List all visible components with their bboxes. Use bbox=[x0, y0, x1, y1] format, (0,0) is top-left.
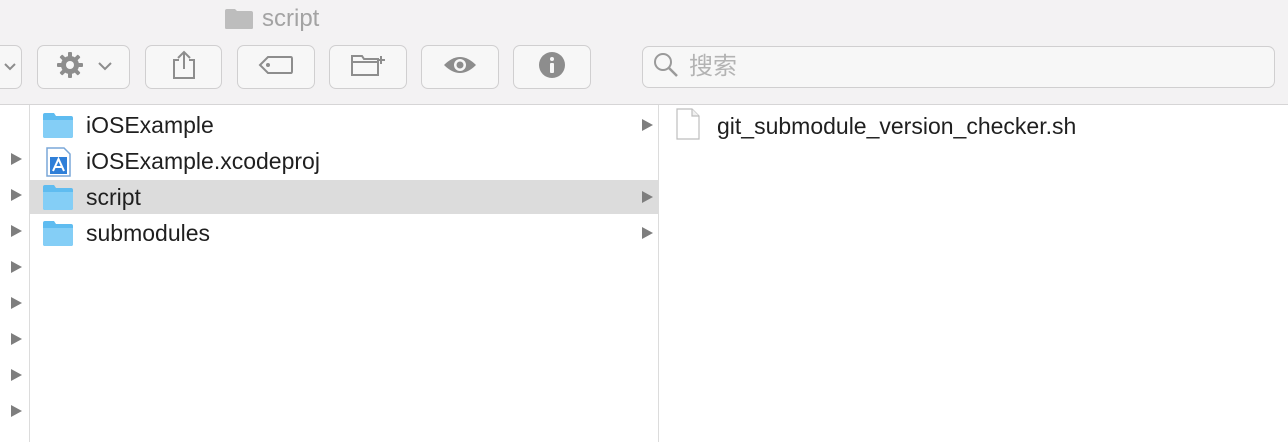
chevron-down-icon bbox=[4, 58, 16, 76]
info-icon bbox=[538, 51, 566, 84]
item-label: git_submodule_version_checker.sh bbox=[717, 112, 1077, 139]
window-title-text: script bbox=[262, 5, 320, 32]
eye-icon bbox=[442, 54, 478, 81]
disclosure-arrow-icon[interactable] bbox=[11, 405, 22, 417]
get-info-button[interactable] bbox=[513, 45, 591, 89]
item-label: submodules bbox=[86, 219, 211, 246]
parent-column bbox=[0, 105, 30, 442]
finder-window: script 搜索 iOSExample iOSExample.xcodepro… bbox=[0, 0, 1288, 442]
search-field[interactable] bbox=[642, 46, 1275, 88]
xcodeproj-icon bbox=[42, 147, 74, 177]
folder-icon bbox=[42, 183, 74, 211]
disclosure-arrow-icon bbox=[642, 119, 653, 131]
view-menu-button[interactable] bbox=[0, 45, 22, 89]
new-folder-icon bbox=[350, 52, 386, 83]
project-column: iOSExample iOSExample.xcodeproj script s… bbox=[30, 105, 659, 442]
share-icon bbox=[172, 50, 196, 85]
gear-icon bbox=[56, 51, 84, 84]
item-label: script bbox=[86, 183, 141, 210]
tag-icon bbox=[258, 55, 294, 80]
new-folder-button[interactable] bbox=[329, 45, 407, 89]
list-item[interactable]: iOSExample.xcodeproj bbox=[30, 144, 658, 178]
disclosure-arrow-icon[interactable] bbox=[11, 153, 22, 165]
item-label: iOSExample bbox=[86, 111, 214, 138]
share-button[interactable] bbox=[145, 45, 222, 89]
disclosure-arrow-icon[interactable] bbox=[11, 297, 22, 309]
document-icon bbox=[675, 107, 701, 145]
disclosure-arrow-icon[interactable] bbox=[11, 189, 22, 201]
folder-icon bbox=[42, 111, 74, 139]
disclosure-arrow-icon bbox=[642, 191, 653, 203]
chevron-down-icon bbox=[97, 58, 112, 76]
tag-button[interactable] bbox=[237, 45, 315, 89]
quick-look-button[interactable] bbox=[421, 45, 499, 89]
script-column: git_submodule_version_checker.sh bbox=[659, 105, 1288, 442]
title-toolbar-bar: script bbox=[0, 0, 1288, 105]
item-label: iOSExample.xcodeproj bbox=[86, 147, 320, 174]
action-menu-button[interactable] bbox=[37, 45, 130, 89]
window-title: script bbox=[224, 4, 319, 34]
disclosure-arrow-icon[interactable] bbox=[11, 261, 22, 273]
folder-icon bbox=[42, 219, 74, 247]
search-icon bbox=[653, 52, 679, 83]
disclosure-arrow-icon[interactable] bbox=[11, 333, 22, 345]
folder-icon bbox=[224, 8, 254, 30]
list-item[interactable]: iOSExample bbox=[30, 108, 658, 142]
list-item[interactable]: submodules bbox=[30, 216, 658, 250]
list-item[interactable]: git_submodule_version_checker.sh bbox=[675, 107, 1077, 145]
list-item-selected[interactable]: script bbox=[30, 180, 658, 214]
search-input[interactable] bbox=[687, 52, 1251, 82]
disclosure-arrow-icon bbox=[642, 227, 653, 239]
disclosure-arrow-icon[interactable] bbox=[11, 369, 22, 381]
disclosure-arrow-icon[interactable] bbox=[11, 225, 22, 237]
